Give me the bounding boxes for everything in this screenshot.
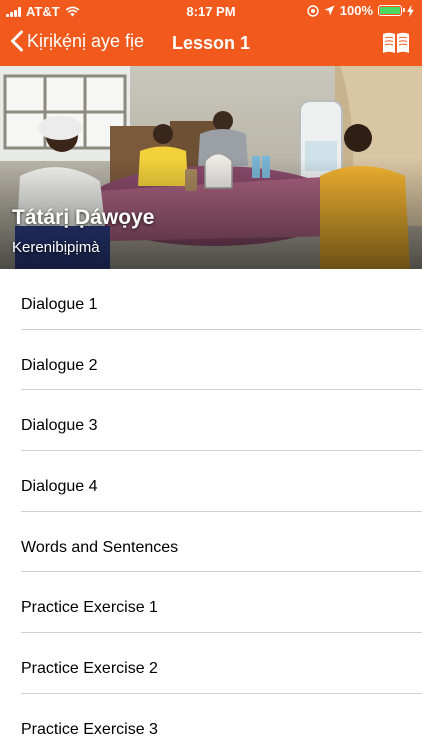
list-item[interactable]: Words and Sentences xyxy=(0,512,422,573)
lesson-section-list: Dialogue 1 Dialogue 2 Dialogue 3 Dialogu… xyxy=(0,269,422,755)
list-item-label: Dialogue 1 xyxy=(21,296,98,313)
navigation-bar: Kịrịkẹ́nị aye fịe Lesson 1 xyxy=(0,22,422,66)
list-item[interactable]: Practice Exercise 2 xyxy=(0,633,422,694)
list-item-label: Words and Sentences xyxy=(21,538,179,556)
list-item-label: Practice Exercise 2 xyxy=(21,660,158,678)
list-item-label: Dialogue 4 xyxy=(21,478,98,496)
status-right: 100% xyxy=(307,3,414,18)
list-item-label: Practice Exercise 3 xyxy=(21,720,158,738)
battery-percent: 100% xyxy=(339,3,373,18)
list-item[interactable]: Dialogue 1 xyxy=(0,269,422,330)
battery-icon xyxy=(378,5,405,16)
list-item[interactable]: Practice Exercise 3 xyxy=(0,694,422,755)
location-lock-icon xyxy=(307,4,319,17)
list-item[interactable]: Dialogue 3 xyxy=(0,390,422,452)
list-item-label: Practice Exercise 1 xyxy=(21,599,158,617)
charging-bolt-icon xyxy=(407,4,414,17)
lesson-hero: Tátárị Ḍáwọye Kerenibịpịmà xyxy=(0,66,422,269)
lesson-subtitle: Kerenibịpịmà xyxy=(12,239,100,256)
page-title: Lesson 1 xyxy=(171,33,251,53)
list-item-label: Dialogue 2 xyxy=(21,356,98,374)
app-header: AT&T 8:17 PM 100% Kịrịkẹ́nị aye fịe Less… xyxy=(0,0,422,66)
list-item[interactable]: Dialogue 4 xyxy=(0,451,422,512)
lesson-title: Tátárị Ḍáwọye xyxy=(12,206,155,229)
battery-level xyxy=(380,7,400,14)
list-item-label: Dialogue 3 xyxy=(21,417,98,435)
status-bar: AT&T 8:17 PM 100% xyxy=(0,0,422,22)
list-item[interactable]: Dialogue 2 xyxy=(0,330,422,391)
location-arrow-icon xyxy=(324,5,335,16)
open-book-icon[interactable] xyxy=(382,31,410,55)
list-item[interactable]: Practice Exercise 1 xyxy=(0,572,422,634)
